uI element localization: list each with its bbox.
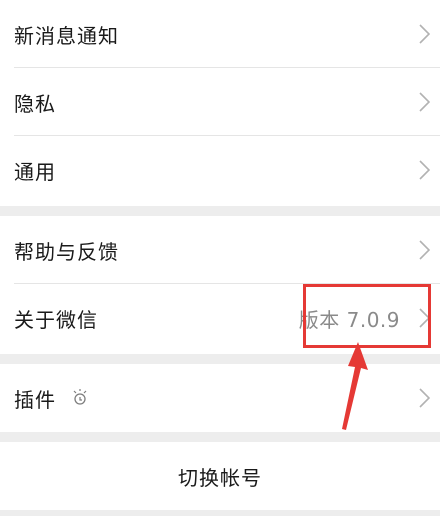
chevron-right-icon	[419, 308, 430, 328]
chevron-right-icon	[419, 160, 430, 180]
switch-account-label: 切换帐号	[178, 465, 262, 490]
settings-group-plugins: 插件	[0, 364, 440, 432]
row-label: 新消息通知	[14, 23, 119, 48]
row-new-message-notification[interactable]: 新消息通知	[0, 0, 440, 68]
settings-group-about: 帮助与反馈 关于微信 版本 7.0.9	[0, 216, 440, 354]
chevron-right-icon	[419, 388, 430, 408]
chevron-right-icon	[419, 240, 430, 260]
row-general[interactable]: 通用	[0, 136, 440, 204]
row-label: 隐私	[14, 91, 56, 116]
row-privacy[interactable]: 隐私	[0, 68, 440, 136]
row-about-wechat[interactable]: 关于微信 版本 7.0.9	[0, 284, 440, 352]
row-plugins[interactable]: 插件	[0, 364, 440, 432]
row-label: 帮助与反馈	[14, 239, 119, 264]
row-label: 关于微信	[14, 307, 98, 332]
chevron-right-icon	[419, 92, 430, 112]
plugin-bulb-icon	[70, 388, 90, 408]
chevron-right-icon	[419, 24, 430, 44]
switch-account-button[interactable]: 切换帐号	[0, 442, 440, 510]
row-label: 通用	[14, 159, 56, 184]
settings-group-general: 新消息通知 隐私 通用	[0, 0, 440, 206]
row-help-feedback[interactable]: 帮助与反馈	[0, 216, 440, 284]
row-label: 插件	[14, 387, 56, 412]
version-value: 版本 7.0.9	[298, 307, 400, 332]
